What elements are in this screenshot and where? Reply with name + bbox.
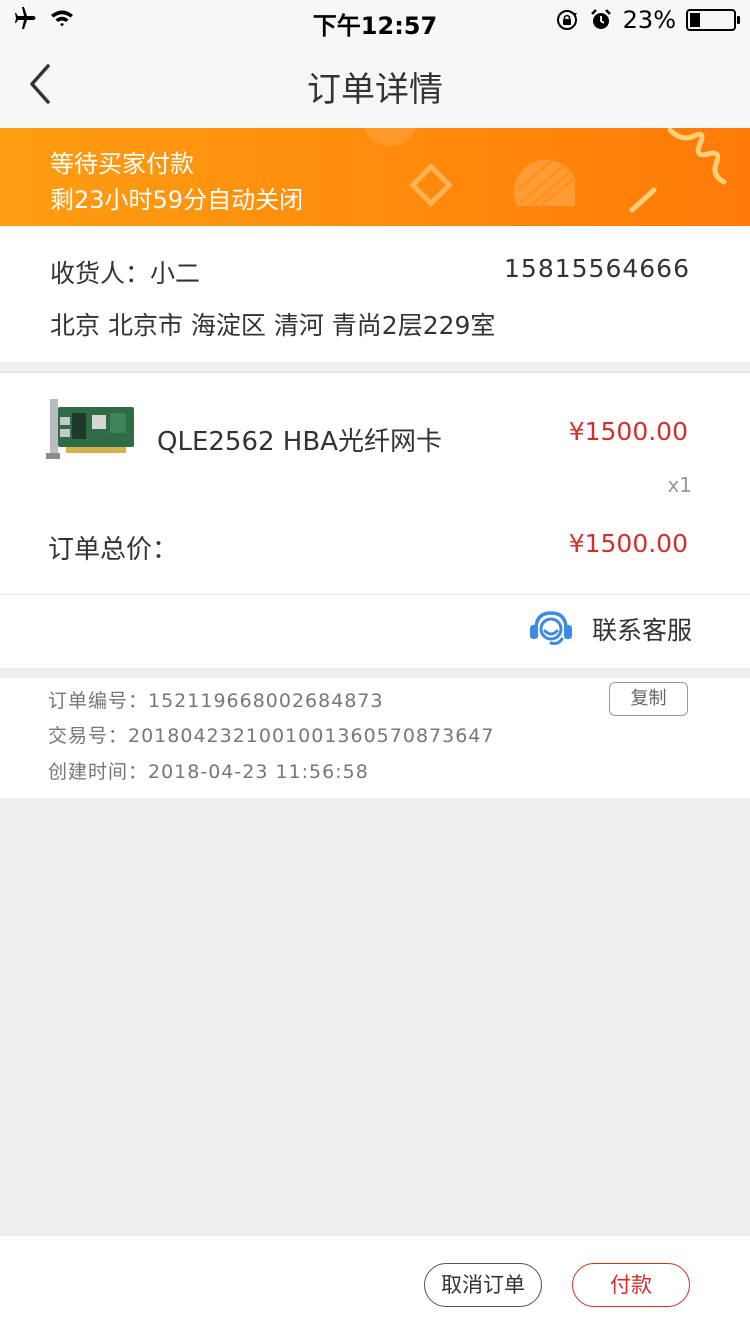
contact-service-button[interactable]: 联系客服 [528, 609, 692, 649]
full-address: 北京 北京市 海淀区 清河 青尚2层229室 [50, 311, 496, 340]
countdown-text: 剩23小时59分自动关闭 [50, 186, 304, 214]
product-quantity: x1 [667, 473, 692, 497]
nav-bar: 订单详情 [0, 40, 750, 128]
contact-service-label: 联系客服 [591, 616, 692, 645]
page-title: 订单详情 [307, 70, 443, 110]
receiver-phone: 15815564666 [504, 254, 690, 283]
product-price: ¥1500.00 [568, 417, 688, 446]
copy-button[interactable]: 复制 [609, 682, 688, 716]
cancel-order-button[interactable]: 取消订单 [424, 1263, 542, 1307]
receiver-name: 小二 [150, 259, 201, 288]
order-number: 订单编号：152119668002684873 [48, 690, 384, 712]
product-card: QLE2562 HBA光纤网卡 ¥1500.00 x1 订单总价： ¥1500.… [0, 372, 750, 594]
receiver-row: 收货人：小二 [50, 254, 200, 290]
status-bar: 下午12:57 23% [0, 0, 750, 40]
product-name[interactable]: QLE2562 HBA光纤网卡 [157, 421, 442, 458]
order-info: 订单编号：152119668002684873 复制 交易号：201804232… [0, 678, 750, 798]
receiver-label: 收货人： [50, 259, 151, 288]
battery-fill [690, 13, 700, 27]
created-time: 创建时间：2018-04-23 11:56:58 [48, 761, 369, 783]
rotation-lock-icon [556, 10, 577, 30]
order-status-text: 等待买家付款 [50, 150, 194, 178]
product-image[interactable] [46, 399, 138, 461]
shipping-address: 收货人：小二 15815564666 北京 北京市 海淀区 清河 青尚2层229… [0, 226, 750, 362]
trade-number: 交易号：2018042321001001360570873647 [48, 725, 495, 747]
pay-button[interactable]: 付款 [572, 1263, 690, 1307]
bottom-action-bar: 取消订单 付款 [0, 1236, 750, 1334]
total-price: ¥1500.00 [568, 529, 688, 558]
service-row: 联系客服 [0, 594, 750, 668]
status-right: 23% [555, 6, 740, 34]
customer-service-icon [529, 611, 572, 645]
order-status-banner: 等待买家付款 剩23小时59分自动关闭 [0, 128, 750, 226]
battery-percent: 23% [622, 6, 676, 34]
alarm-icon [590, 9, 611, 29]
total-label: 订单总价： [48, 535, 179, 565]
battery-icon [686, 9, 740, 31]
